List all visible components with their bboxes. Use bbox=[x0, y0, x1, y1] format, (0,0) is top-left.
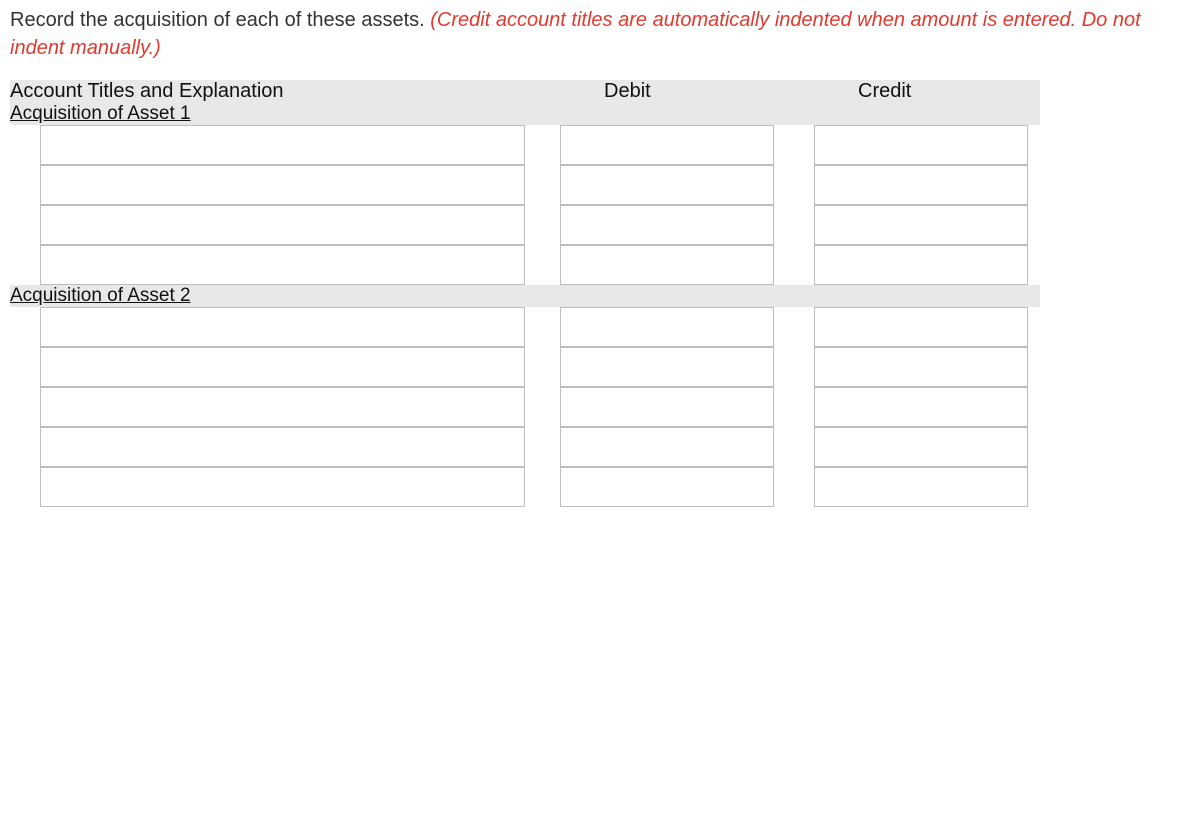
journal-table: Account Titles and Explanation Debit Cre… bbox=[10, 80, 1040, 507]
debit-input[interactable] bbox=[560, 205, 774, 245]
table-row bbox=[10, 165, 1040, 205]
account-input[interactable] bbox=[40, 467, 525, 507]
table-row bbox=[10, 387, 1040, 427]
table-row bbox=[10, 307, 1040, 347]
header-row: Account Titles and Explanation Debit Cre… bbox=[10, 80, 1040, 103]
account-input[interactable] bbox=[40, 427, 525, 467]
table-row bbox=[10, 467, 1040, 507]
credit-input[interactable] bbox=[814, 245, 1028, 285]
account-input[interactable] bbox=[40, 125, 525, 165]
section-title: Acquisition of Asset 2 bbox=[10, 285, 1040, 307]
account-input[interactable] bbox=[40, 205, 525, 245]
account-input[interactable] bbox=[40, 307, 525, 347]
table-row bbox=[10, 427, 1040, 467]
section-heading: Acquisition of Asset 1 bbox=[10, 103, 1040, 125]
credit-input[interactable] bbox=[814, 347, 1028, 387]
credit-input[interactable] bbox=[814, 165, 1028, 205]
credit-input[interactable] bbox=[814, 387, 1028, 427]
debit-input[interactable] bbox=[560, 347, 774, 387]
account-input[interactable] bbox=[40, 387, 525, 427]
credit-input[interactable] bbox=[814, 307, 1028, 347]
debit-input[interactable] bbox=[560, 467, 774, 507]
credit-input[interactable] bbox=[814, 427, 1028, 467]
account-input[interactable] bbox=[40, 245, 525, 285]
debit-input[interactable] bbox=[560, 427, 774, 467]
table-row bbox=[10, 347, 1040, 387]
instructions: Record the acquisition of each of these … bbox=[10, 6, 1190, 62]
header-account: Account Titles and Explanation bbox=[10, 80, 532, 103]
header-credit: Credit bbox=[814, 80, 1040, 103]
credit-input[interactable] bbox=[814, 125, 1028, 165]
section-heading: Acquisition of Asset 2 bbox=[10, 285, 1040, 307]
credit-input[interactable] bbox=[814, 205, 1028, 245]
account-input[interactable] bbox=[40, 347, 525, 387]
debit-input[interactable] bbox=[560, 125, 774, 165]
instructions-plain: Record the acquisition of each of these … bbox=[10, 9, 430, 31]
table-row bbox=[10, 245, 1040, 285]
debit-input[interactable] bbox=[560, 245, 774, 285]
credit-input[interactable] bbox=[814, 467, 1028, 507]
section-title: Acquisition of Asset 1 bbox=[10, 103, 1040, 125]
header-debit: Debit bbox=[560, 80, 786, 103]
account-input[interactable] bbox=[40, 165, 525, 205]
table-row bbox=[10, 205, 1040, 245]
debit-input[interactable] bbox=[560, 387, 774, 427]
table-row bbox=[10, 125, 1040, 165]
debit-input[interactable] bbox=[560, 165, 774, 205]
debit-input[interactable] bbox=[560, 307, 774, 347]
